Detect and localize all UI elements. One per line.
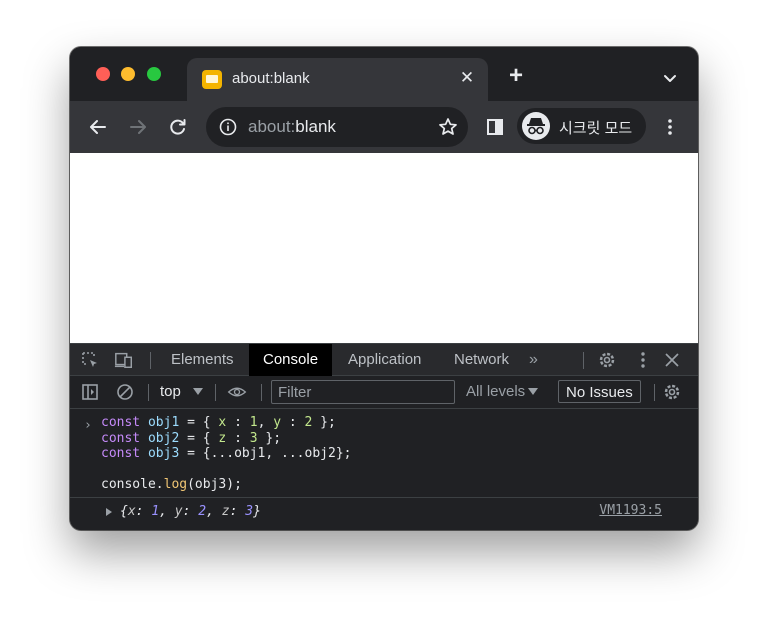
- reload-icon[interactable]: [164, 113, 192, 141]
- browser-toolbar: about:blank 시크릿 모드: [70, 101, 698, 153]
- incognito-profile-button[interactable]: 시크릿 모드: [517, 108, 646, 144]
- browser-menu-icon[interactable]: [656, 113, 684, 141]
- clear-console-icon[interactable]: [115, 382, 135, 402]
- minimize-window-button[interactable]: [121, 67, 135, 81]
- log-levels-dropdown[interactable]: All levels: [466, 383, 525, 400]
- tab-network[interactable]: Network: [454, 344, 509, 376]
- console-settings-gear-icon[interactable]: [662, 382, 682, 402]
- tab-console[interactable]: Console: [249, 344, 333, 376]
- sidebar-toggle-icon[interactable]: [80, 382, 100, 402]
- context-selector[interactable]: top: [160, 383, 181, 400]
- site-info-icon[interactable]: [219, 118, 237, 136]
- devtools-panel: Elements Console Application Network » t…: [70, 343, 698, 530]
- tab-close-icon[interactable]: ✕: [456, 67, 478, 89]
- expand-object-triangle-icon[interactable]: [106, 508, 112, 516]
- toolbar-divider: [150, 352, 151, 369]
- more-tabs-icon[interactable]: »: [529, 351, 538, 369]
- toolbar-divider: [261, 384, 262, 401]
- console-log-result[interactable]: {x: 1, y: 2, z: 3}: [120, 504, 261, 519]
- settings-gear-icon[interactable]: [597, 350, 617, 370]
- url-text: about:blank: [248, 117, 336, 137]
- input-prompt-chevron-icon: ›: [84, 418, 92, 433]
- devtools-tab-bar: Elements Console Application Network »: [70, 343, 698, 376]
- tab-search-chevron-icon[interactable]: [659, 67, 681, 89]
- tab-application[interactable]: Application: [348, 344, 421, 376]
- new-tab-button[interactable]: +: [504, 64, 528, 89]
- console-filter-input[interactable]: [271, 380, 455, 404]
- toolbar-divider: [215, 384, 216, 401]
- side-panel-icon[interactable]: [481, 113, 509, 141]
- url-host: blank: [295, 117, 336, 136]
- toolbar-divider: [148, 384, 149, 401]
- tab-strip: about:blank ✕ +: [70, 47, 698, 101]
- browser-window: about:blank ✕ + about:blank 시크릿 모드 Eleme…: [70, 47, 698, 530]
- console-output[interactable]: › const obj1 = { x : 1, y : 2 }; const o…: [70, 409, 698, 530]
- bookmark-star-icon[interactable]: [438, 117, 458, 137]
- forward-arrow-icon[interactable]: [124, 113, 152, 141]
- toolbar-divider: [654, 384, 655, 401]
- device-toolbar-icon[interactable]: [114, 350, 134, 370]
- close-window-button[interactable]: [96, 67, 110, 81]
- page-favicon-icon: [202, 70, 222, 89]
- console-input-code: const obj1 = { x : 1, y : 2 }; const obj…: [101, 415, 352, 492]
- tab-elements[interactable]: Elements: [171, 344, 234, 376]
- close-devtools-icon[interactable]: [662, 350, 682, 370]
- toolbar-divider: [583, 352, 584, 369]
- inspect-element-icon[interactable]: [80, 350, 100, 370]
- levels-dropdown-caret-icon[interactable]: [528, 388, 538, 395]
- address-bar[interactable]: about:blank: [206, 107, 468, 147]
- page-viewport[interactable]: [70, 153, 698, 343]
- console-toolbar: top All levels No Issues: [70, 376, 698, 409]
- devtools-menu-icon[interactable]: [633, 350, 653, 370]
- zoom-window-button[interactable]: [147, 67, 161, 81]
- live-expression-eye-icon[interactable]: [227, 382, 247, 402]
- console-message-divider: [70, 497, 698, 498]
- tab-about-blank[interactable]: about:blank ✕: [187, 58, 488, 101]
- issues-button[interactable]: No Issues: [558, 380, 641, 403]
- tab-title: about:blank: [232, 70, 310, 87]
- context-dropdown-caret-icon[interactable]: [193, 388, 203, 395]
- incognito-label: 시크릿 모드: [559, 120, 633, 137]
- back-arrow-icon[interactable]: [84, 113, 112, 141]
- incognito-icon: [522, 112, 550, 140]
- source-location-link[interactable]: VM1193:5: [599, 503, 662, 518]
- url-scheme: about:: [248, 117, 296, 136]
